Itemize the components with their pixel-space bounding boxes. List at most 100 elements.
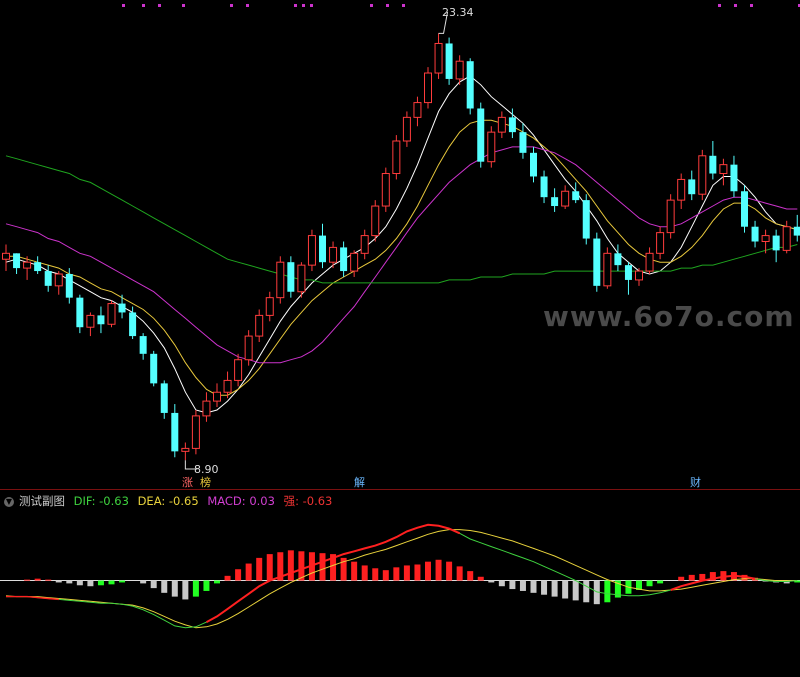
legend-dif: DIF: -0.63: [73, 494, 129, 508]
candle-13: [139, 333, 147, 360]
top-dot-10: [386, 4, 389, 7]
low-price-label: 8.90: [194, 463, 219, 476]
legend-dea: DEA: -0.65: [137, 494, 199, 508]
candle-body: [540, 176, 548, 198]
event-tag-jie[interactable]: 解: [352, 476, 367, 489]
event-tag-zhang[interactable]: 涨: [180, 476, 195, 489]
event-tag-cai[interactable]: 财: [688, 476, 703, 489]
macd-bar-8: [87, 580, 94, 587]
candle-body: [371, 205, 380, 237]
macd-bar-35: [372, 568, 379, 581]
candle-body: [782, 226, 791, 251]
candle-body: [160, 383, 168, 413]
top-dot-7: [302, 4, 305, 7]
candle-body: [13, 253, 21, 269]
candle-body: [276, 261, 285, 299]
candle-body: [171, 412, 179, 452]
macd-bar-22: [235, 569, 242, 581]
macd-bar-23: [245, 563, 252, 581]
macd-bar-36: [382, 570, 389, 581]
candle-39: [413, 96, 422, 127]
candle-body: [329, 246, 338, 263]
macd-bar-54: [572, 580, 579, 601]
macd-bar-20: [214, 580, 220, 584]
candle-body: [2, 252, 10, 260]
candle-66: [698, 149, 707, 201]
candle-51: [540, 170, 548, 204]
candle-71: [751, 220, 759, 248]
candle-46: [487, 126, 496, 168]
candle-38: [402, 111, 411, 147]
macd-bar-11: [119, 580, 126, 583]
candle-20: [213, 383, 221, 408]
candle-body: [582, 200, 590, 239]
candle-body: [466, 61, 474, 109]
macd-bar-14: [150, 580, 157, 589]
candle-body: [413, 102, 422, 118]
macd-bar-5: [55, 580, 62, 583]
candle-body: [688, 179, 696, 195]
candle-body: [741, 191, 748, 227]
candle-body: [107, 303, 116, 325]
indicator-legend: ▼ 测试副图 DIF: -0.63 DEA: -0.65 MACD: 0.03 强…: [4, 493, 337, 509]
top-dot-9: [370, 4, 373, 7]
candle-44: [466, 58, 474, 115]
candle-body: [234, 359, 243, 381]
macd-bar-18: [192, 580, 199, 597]
top-dot-5: [246, 4, 249, 7]
event-tag-bang[interactable]: 榜: [198, 476, 213, 489]
candle-75: [793, 214, 800, 242]
collapse-icon[interactable]: ▼: [4, 497, 14, 507]
panel-separator: [0, 489, 800, 490]
candle-body: [319, 235, 326, 263]
candle-52: [551, 188, 559, 212]
indicator-lines: [5, 523, 798, 629]
candle-body: [223, 379, 232, 393]
candle-body: [719, 164, 728, 175]
candle-body: [751, 226, 759, 242]
candle-68: [719, 158, 728, 186]
candle-body: [139, 336, 147, 354]
candle-24: [255, 309, 264, 342]
candle-62: [656, 226, 665, 260]
top-dot-6: [294, 4, 297, 7]
candle-body: [593, 238, 601, 286]
macd-bar-30: [319, 553, 326, 581]
candle-body: [255, 314, 264, 337]
moving-average-line-1: [6, 119, 798, 396]
candle-body: [265, 297, 274, 316]
candle-37: [392, 135, 401, 180]
top-dot-8: [310, 4, 313, 7]
candle-body: [730, 164, 738, 192]
candle-34: [360, 229, 369, 260]
candle-0: [2, 244, 10, 272]
macd-bar-13: [140, 580, 147, 584]
candle-body: [424, 72, 432, 104]
candle-1: [13, 253, 21, 275]
candle-body: [709, 155, 717, 174]
macd-bar-28: [298, 551, 305, 581]
macd-bar-3: [34, 578, 41, 581]
macd-bar-64: [678, 576, 685, 581]
candle-73: [772, 229, 780, 263]
candle-50: [530, 146, 537, 183]
top-dot-0: [122, 4, 125, 7]
candle-body: [677, 178, 686, 201]
candle-body: [772, 235, 780, 251]
candle-53: [561, 185, 570, 209]
candle-body: [530, 152, 537, 177]
candle-body: [86, 314, 95, 328]
top-dot-4: [230, 4, 233, 7]
candle-body: [635, 270, 643, 281]
candle-63: [666, 194, 675, 239]
candle-body: [572, 191, 580, 201]
candle-body: [614, 253, 622, 266]
candle-67: [709, 141, 717, 180]
candle-body: [445, 43, 453, 79]
candle-body: [645, 252, 654, 272]
candle-body: [561, 190, 570, 207]
indicator-name[interactable]: 测试副图: [19, 494, 65, 508]
macd-bar-2: [24, 579, 31, 581]
top-dot-12: [718, 4, 721, 7]
macd-bar-15: [161, 580, 168, 593]
